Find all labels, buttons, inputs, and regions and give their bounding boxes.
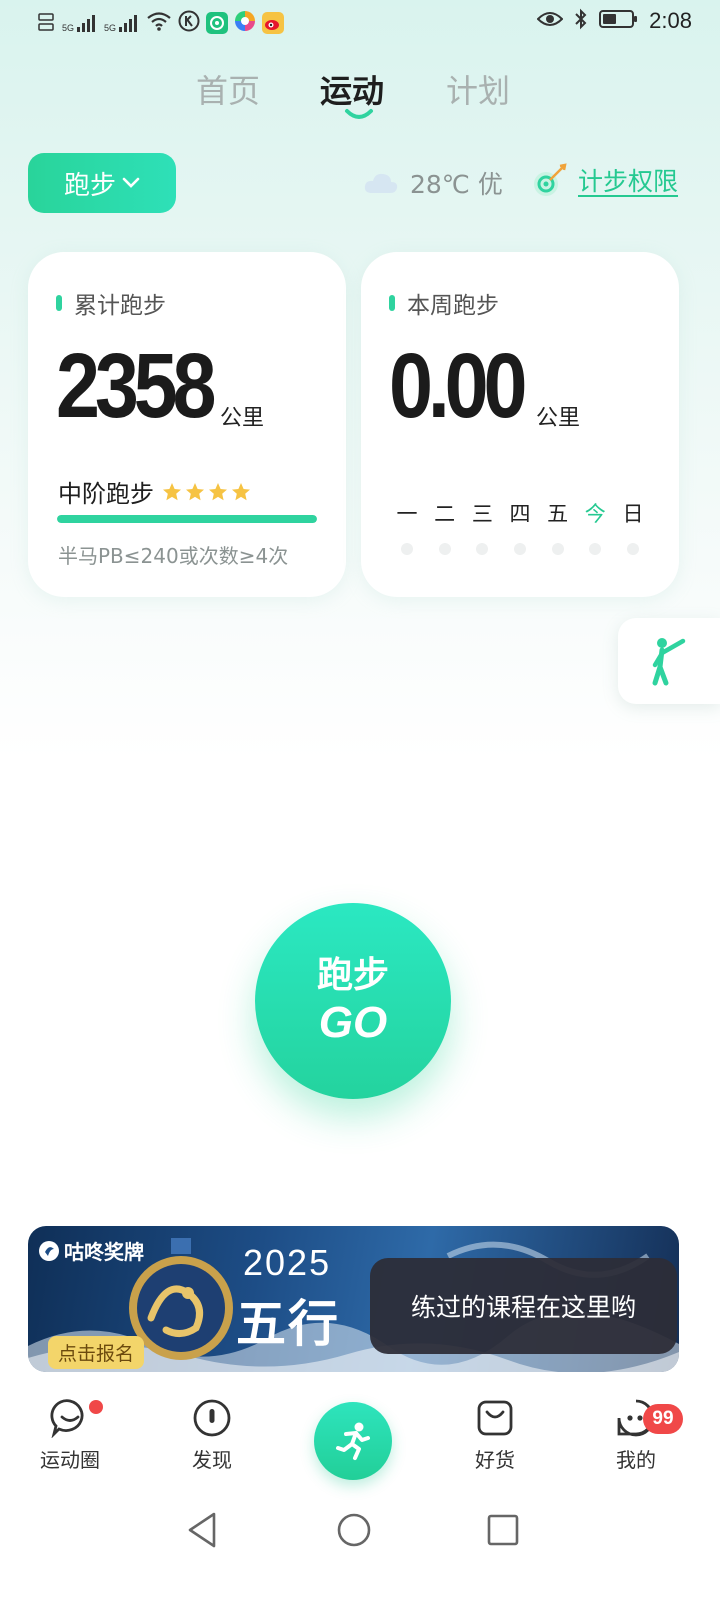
total-running-card[interactable]: 累计跑步 2358 公里 中阶跑步 半马PB≤240或次数≥4次 — [28, 252, 346, 597]
weekday-label: 三 — [471, 502, 493, 526]
weekday-labels: 一二三四五今日 — [395, 498, 645, 528]
cloud-icon — [364, 173, 398, 193]
star-icon — [186, 482, 204, 500]
tab-plan[interactable]: 计划 — [446, 66, 510, 112]
weather: 28℃ 优 — [362, 165, 503, 201]
weekday-label: 日 — [622, 502, 644, 526]
system-nav-bar — [0, 1500, 720, 1600]
shopping-bag-icon — [477, 1400, 513, 1436]
status-left: 5G 5G — [38, 10, 285, 36]
level-requirement: 半马PB≤240或次数≥4次 — [58, 544, 289, 568]
chevron-down-icon — [122, 177, 140, 188]
keep-app-icon — [206, 12, 229, 34]
stretching-person-icon — [652, 638, 686, 686]
status-bar: 5G 5G 2:08 — [0, 0, 720, 50]
level-progress-bar — [57, 515, 317, 523]
tab-home[interactable]: 首页 — [196, 66, 260, 112]
battery-icon — [599, 8, 639, 34]
course-history-button[interactable] — [618, 618, 720, 704]
banner-title: 五行 — [236, 1295, 340, 1353]
recent-apps-icon[interactable] — [485, 1510, 521, 1550]
weekday-dot — [395, 543, 419, 555]
clock: 2:08 — [649, 8, 692, 33]
bottom-nav: 运动圈 发现 好货 我的 99 — [0, 1390, 720, 1500]
home-icon[interactable] — [335, 1510, 373, 1550]
signal-label-1: 5G — [62, 23, 75, 33]
start-run-label: 跑步 — [316, 955, 389, 996]
status-right: 2:08 — [536, 8, 692, 34]
k-app-icon — [178, 10, 200, 36]
title-marker — [389, 295, 395, 311]
nav-label-discover: 发现 — [192, 1448, 232, 1472]
weekday-label: 二 — [434, 502, 456, 526]
weekday-dot — [546, 543, 570, 555]
eye-icon — [536, 9, 564, 33]
message-count-badge: 99 — [643, 1404, 683, 1434]
total-card-title: 累计跑步 — [56, 286, 166, 320]
nav-label-shop: 好货 — [475, 1448, 515, 1472]
runner-icon — [336, 1422, 370, 1460]
sport-type-dropdown[interactable]: 跑步 — [28, 153, 176, 213]
hd-icon — [38, 11, 56, 35]
weibo-icon — [262, 12, 285, 34]
signal-label-2: 5G — [104, 23, 117, 33]
signal-icon-1: 5G — [62, 13, 98, 33]
compass-icon — [193, 1399, 231, 1437]
nav-item-circle[interactable]: 运动圈 — [20, 1398, 120, 1473]
level-stars — [162, 482, 251, 502]
nav-item-discover[interactable]: 发现 — [162, 1398, 262, 1473]
bluetooth-icon — [573, 8, 589, 34]
nav-label-me: 我的 — [616, 1448, 656, 1472]
tooltip-toast: 练过的课程在这里哟 — [370, 1258, 677, 1354]
sport-type-label: 跑步 — [63, 170, 116, 201]
weekday-dot — [508, 543, 532, 555]
weather-text: 28℃ 优 — [410, 170, 503, 199]
nav-label-circle: 运动圈 — [40, 1448, 100, 1472]
week-card-title-text: 本周跑步 — [407, 293, 499, 319]
week-distance-unit: 公里 — [536, 406, 581, 431]
week-distance-value: 0.00 — [389, 335, 528, 437]
weekday-dot — [470, 543, 494, 555]
star-icon — [209, 482, 227, 500]
banner-register-button[interactable]: 点击报名 — [48, 1336, 145, 1369]
codoon-logo-icon — [39, 1240, 59, 1261]
active-tab-indicator — [345, 109, 373, 119]
level-progress-fill — [57, 515, 317, 523]
notification-dot — [89, 1400, 103, 1414]
step-permission-link[interactable]: 计步权限 — [530, 160, 678, 200]
step-permission-label: 计步权限 — [578, 167, 679, 196]
weekday-label: 一 — [396, 502, 418, 526]
week-card-title: 本周跑步 — [389, 286, 499, 320]
total-card-title-text: 累计跑步 — [74, 293, 166, 319]
weekday-label: 今 — [584, 502, 606, 526]
total-distance-unit: 公里 — [220, 406, 265, 431]
wifi-icon — [146, 10, 172, 36]
chat-bubble-icon — [50, 1399, 84, 1438]
weekday-dots — [395, 543, 645, 555]
start-run-button[interactable]: 跑步 GO — [255, 903, 451, 1099]
level-name: 中阶跑步 — [58, 480, 154, 508]
weekday-dot — [583, 543, 607, 555]
back-icon[interactable] — [184, 1510, 220, 1550]
start-run-go: GO — [318, 998, 388, 1047]
weekday-dot — [433, 543, 457, 555]
week-running-card[interactable]: 本周跑步 0.00 公里 一二三四五今日 — [361, 252, 679, 597]
target-icon — [534, 163, 567, 196]
weekday-label: 五 — [547, 502, 569, 526]
weekday-label: 四 — [509, 502, 531, 526]
banner-year: 2025 — [243, 1242, 332, 1283]
total-distance-value: 2358 — [56, 335, 217, 437]
nav-item-run[interactable] — [314, 1402, 392, 1480]
star-icon — [232, 482, 250, 500]
title-marker — [56, 295, 62, 311]
nav-item-shop[interactable]: 好货 — [445, 1398, 545, 1473]
tab-sport[interactable]: 运动 — [320, 66, 384, 112]
signal-icon-2: 5G — [104, 13, 140, 33]
weekday-dot — [621, 543, 645, 555]
running-level: 中阶跑步 — [58, 474, 251, 509]
colorful-app-icon — [234, 10, 256, 36]
star-icon — [163, 482, 181, 500]
